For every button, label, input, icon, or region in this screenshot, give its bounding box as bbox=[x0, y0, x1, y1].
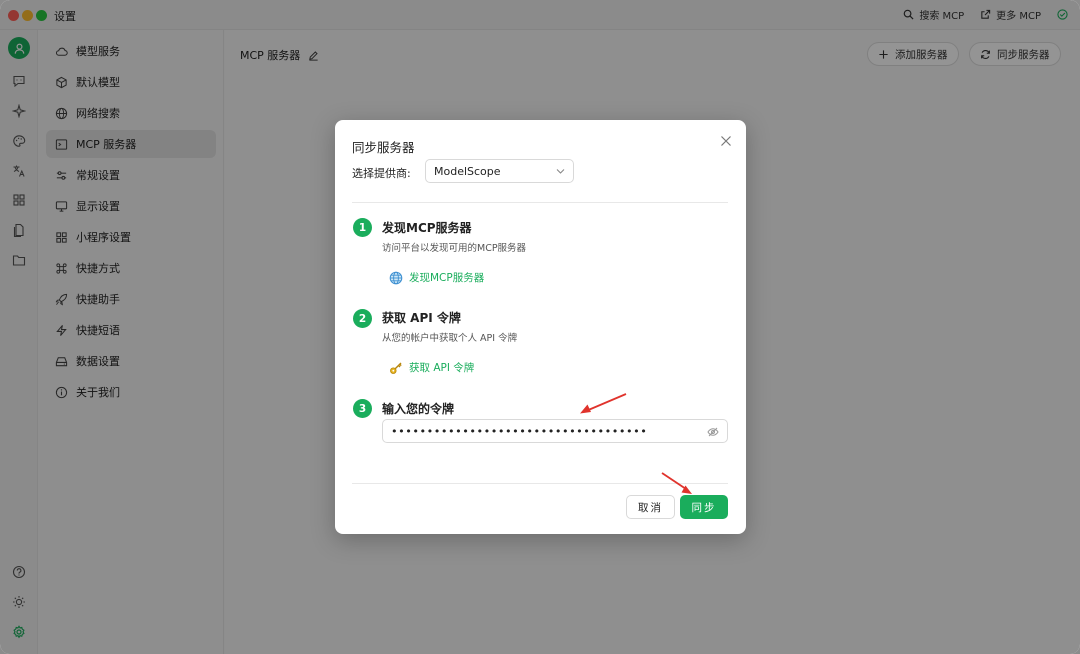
chevron-down-icon bbox=[556, 169, 565, 174]
get-api-token-link[interactable]: 获取 API 令牌 bbox=[389, 360, 474, 375]
key-icon bbox=[390, 362, 402, 374]
discover-mcp-link-label: 发现MCP服务器 bbox=[409, 272, 485, 284]
provider-label: 选择提供商: bbox=[352, 167, 411, 180]
sync-button[interactable]: 同步 bbox=[680, 495, 728, 519]
dialog-title: 同步服务器 bbox=[352, 140, 415, 155]
step-number: 1 bbox=[353, 218, 372, 237]
annotation-arrow-icon bbox=[580, 393, 627, 414]
discover-mcp-link[interactable]: 发现MCP服务器 bbox=[389, 270, 484, 285]
globe-icon bbox=[389, 271, 403, 284]
step-title: 发现MCP服务器 bbox=[382, 221, 472, 235]
get-api-token-link-label: 获取 API 令牌 bbox=[409, 362, 475, 374]
step-description: 访问平台以发现可用的MCP服务器 bbox=[382, 243, 527, 254]
step-title: 输入您的令牌 bbox=[382, 402, 455, 416]
annotation-arrow-icon bbox=[661, 472, 692, 494]
step-title: 获取 API 令牌 bbox=[382, 311, 461, 325]
api-token-input[interactable]: •••••••••••••••••••••••••••••••••••• bbox=[382, 419, 728, 443]
cancel-button[interactable]: 取消 bbox=[626, 495, 675, 519]
provider-select[interactable]: ModelScope bbox=[425, 159, 574, 183]
step-number: 3 bbox=[353, 399, 372, 418]
step-description: 从您的帐户中获取个人 API 令牌 bbox=[382, 333, 518, 344]
provider-value: ModelScope bbox=[434, 164, 501, 178]
divider bbox=[352, 202, 728, 203]
eye-off-icon[interactable] bbox=[707, 426, 719, 438]
api-token-value: •••••••••••••••••••••••••••••••••••• bbox=[391, 424, 648, 438]
close-icon[interactable] bbox=[720, 135, 732, 147]
app-window: 设置 搜索 MCP 更多 MCP 模型服务 默认模型 网络搜索 MCP 服务器 … bbox=[0, 0, 1080, 654]
step-number: 2 bbox=[353, 309, 372, 328]
